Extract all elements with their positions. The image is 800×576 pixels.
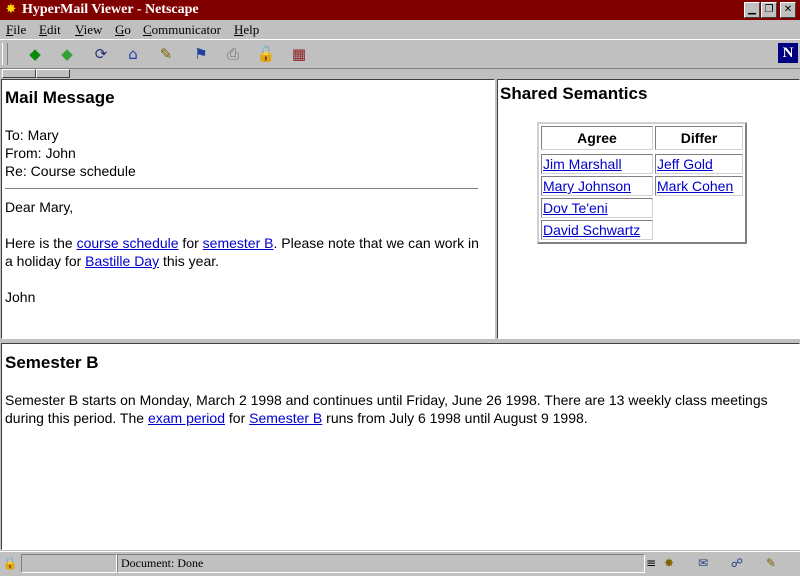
menu-file[interactable]: File [6,22,26,38]
shared-semantics-frame: Shared Semantics Agree Differ Jim Marsha… [497,79,800,339]
empty-cell [655,198,743,218]
mail-body: Here is the course schedule for semester… [5,235,479,269]
empty-cell [655,220,743,240]
title-bar: ✸ HyperMail Viewer - Netscape ▁ ❐ ✕ [0,0,800,20]
semester-b-link[interactable]: semester B [203,235,274,251]
search-icon[interactable]: ✎ [155,43,177,65]
toolbar-tab-2[interactable] [36,69,70,78]
guide-icon[interactable]: ⚑ [190,43,212,65]
menu-help[interactable]: Help [234,22,259,38]
home-icon[interactable]: ⌂ [122,43,144,65]
netscape-app-icon[interactable]: ✸ [3,2,19,18]
mail-to: To: Mary [5,127,59,143]
semester-frame: Semester B Semester B starts on Monday, … [1,343,800,550]
reload-icon[interactable]: ⟳ [90,43,112,65]
agree-name-link[interactable]: Jim Marshall [543,156,622,172]
mail-divider [5,188,478,190]
semantics-heading: Shared Semantics [500,84,648,103]
mail-from: From: John [5,145,76,161]
status-bar: 🔒 Document: Done ≡ ✸ ✉ ☍ ✎ [0,551,800,576]
differ-header: Differ [655,126,743,150]
agree-name-link[interactable]: Dov Te'eni [543,200,608,216]
discussion-icon[interactable]: ☍ [728,555,746,571]
window-title: HyperMail Viewer - Netscape [22,2,199,17]
differ-cell: Jeff Gold [655,154,743,174]
course-schedule-link[interactable]: course schedule [77,235,179,251]
toolbar-tab-strip [0,68,800,78]
close-button[interactable]: ✕ [780,2,796,18]
navigation-toolbar: ◆ ◆ ⟳ ⌂ ✎ ⚑ ⎙ 🔓 ▦ N [0,39,800,69]
status-grip-icon: ≡ [645,556,657,570]
mail-subject: Re: Course schedule [5,163,136,179]
print-icon[interactable]: ⎙ [222,43,244,65]
navigator-icon[interactable]: ✸ [660,555,678,571]
menu-go[interactable]: Go [115,22,131,38]
progress-box [21,554,117,573]
semantics-table: Agree Differ Jim Marshall Jeff Gold Mary… [537,122,747,244]
bastille-day-link[interactable]: Bastille Day [85,253,159,269]
menu-bar: File Edit View Go Communicator Help [0,20,800,39]
back-icon[interactable]: ◆ [24,43,46,65]
menu-view[interactable]: View [75,22,102,38]
mail-heading: Mail Message [5,88,115,107]
agree-cell: David Schwartz [541,220,653,240]
toolbar-tab-1[interactable] [2,69,36,78]
agree-header: Agree [541,126,653,150]
forward-icon[interactable]: ◆ [56,43,78,65]
mail-signature: John [5,289,36,305]
mailbox-icon[interactable]: ✉ [694,555,712,571]
agree-cell: Jim Marshall [541,154,653,174]
status-text: Document: Done [117,554,645,573]
exam-period-link[interactable]: exam period [148,410,225,426]
menu-communicator[interactable]: Communicator [143,22,221,38]
agree-cell: Dov Te'eni [541,198,653,218]
toolbar-grip[interactable] [2,43,8,65]
agree-cell: Mary Johnson [541,176,653,196]
security-icon[interactable]: 🔓 [255,43,277,65]
semester-b-link[interactable]: Semester B [249,410,322,426]
stop-icon[interactable]: ▦ [288,43,310,65]
composer-icon[interactable]: ✎ [762,555,780,571]
security-lock-icon[interactable]: 🔒 [1,555,19,571]
agree-name-link[interactable]: David Schwartz [543,222,640,238]
menu-edit[interactable]: Edit [39,22,61,38]
differ-cell: Mark Cohen [655,176,743,196]
netscape-logo[interactable]: N [778,43,798,63]
agree-name-link[interactable]: Mary Johnson [543,178,631,194]
minimize-button[interactable]: ▁ [744,2,760,18]
mail-message-frame: Mail Message To: Mary From: John Re: Cou… [1,79,495,339]
restore-button[interactable]: ❐ [761,2,777,18]
mail-greeting: Dear Mary, [5,199,74,215]
semester-heading: Semester B [5,353,99,372]
differ-name-link[interactable]: Mark Cohen [657,178,733,194]
semester-text: Semester B starts on Monday, March 2 199… [5,392,768,426]
differ-name-link[interactable]: Jeff Gold [657,156,713,172]
